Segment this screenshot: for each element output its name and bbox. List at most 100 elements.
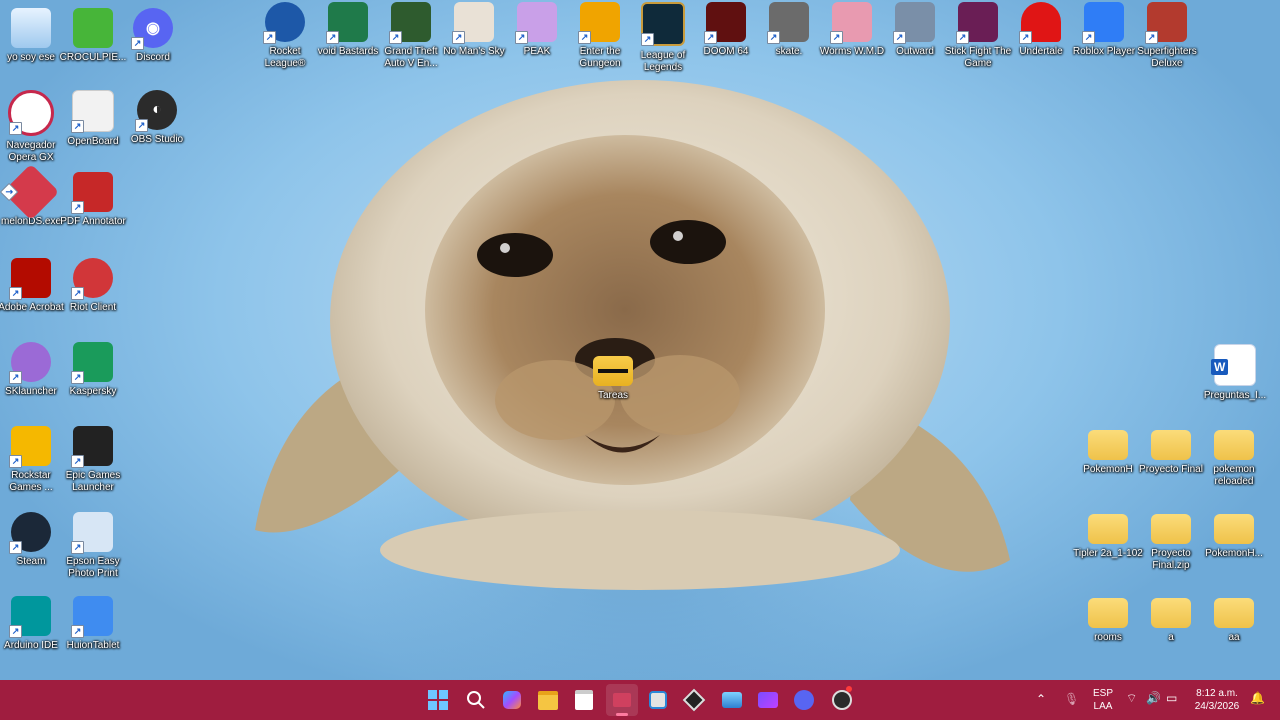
desktop-icon-label: PDF Annotator [60, 216, 126, 227]
league-of-legends-icon: ↗ [641, 2, 685, 46]
desktop-icon-outward[interactable]: ↗ Outward [880, 2, 950, 58]
desktop-icon-kaspersky[interactable]: ↗ Kaspersky [58, 342, 128, 398]
desktop-icon-opera-gx[interactable]: ↗ Navegador Opera GX [0, 90, 66, 164]
desktop-icon-doom-64[interactable]: ↗ DOOM 64 [691, 2, 761, 58]
desktop-icon-preguntas-word[interactable]: W Preguntas_I... [1200, 344, 1270, 402]
shortcut-arrow-icon: ↗ [9, 455, 22, 468]
shortcut-arrow-icon: ↗ [71, 541, 84, 554]
discord-icon: ◉ ↗ [131, 8, 173, 50]
discord-icon [794, 690, 814, 710]
shortcut-arrow-icon: ↗ [830, 31, 843, 44]
clock-date: 24/3/2026 [1194, 701, 1240, 712]
copilot-icon [503, 691, 521, 709]
language-indicator[interactable]: ESP LAA [1090, 687, 1116, 713]
desktop-icon-gta-v[interactable]: ↗ Grand Theft Auto V En... [376, 2, 446, 70]
desktop-icon-label: rooms [1094, 632, 1122, 643]
desktop-icon-aa[interactable]: aa [1199, 592, 1269, 644]
desktop-icon-enter-the-gungeon[interactable]: ↗ Enter the Gungeon [565, 2, 635, 70]
taskbar-photos[interactable] [716, 684, 748, 716]
start-button[interactable] [422, 684, 454, 716]
battery-icon[interactable]: ▭ [1166, 692, 1177, 705]
notifications-bell-icon[interactable]: 🔔 [1250, 692, 1265, 705]
void-bastards-icon: ↗ [326, 2, 368, 44]
folder-icon [593, 356, 633, 386]
desktop-icon-proyecto-final[interactable]: Proyecto Final [1136, 424, 1206, 476]
desktop-icon-label: aa [1228, 632, 1240, 643]
desktop-icon-pdf-annotator[interactable]: ↗ PDF Annotator [58, 172, 128, 228]
microphone-icon[interactable]: 🎙 [1064, 693, 1079, 706]
desktop-icon-label: Epic Games Launcher [65, 470, 121, 493]
desktop-icon-rocket-league[interactable]: ↗ Rocket League® [250, 2, 320, 70]
desktop-icon-rooms[interactable]: rooms [1073, 592, 1143, 644]
desktop-icon-league-of-legends[interactable]: ↗ League of Legends [628, 2, 698, 74]
taskbar-unity-hub[interactable] [678, 684, 710, 716]
desktop-icon-skate[interactable]: ↗ skate. [754, 2, 824, 58]
seal-wallpaper-image [255, 80, 1010, 590]
doom-64-icon: ↗ [704, 2, 746, 44]
taskbar-obs-studio[interactable] [826, 684, 858, 716]
desktop-icon-sklauncher[interactable]: ↗ SKlauncher [0, 342, 66, 398]
windows-logo-icon [428, 690, 448, 710]
wifi-icon[interactable]: ⌔ [1126, 692, 1137, 705]
desktop-icon-tipler-2a-1-102[interactable]: Tipler 2a_1-102 [1073, 508, 1143, 560]
obs-icon: ◐ ↗ [135, 90, 177, 132]
show-hidden-icons-chevron-icon[interactable]: ⌃ [1036, 693, 1046, 706]
desktop-icon-label: DOOM 64 [703, 46, 749, 57]
desktop-icon-a[interactable]: a [1136, 592, 1206, 644]
desktop-icon-rockstar[interactable]: ↗ Rockstar Games ... [0, 426, 66, 494]
taskbar-clipchamp[interactable] [752, 684, 784, 716]
desktop-icon-discord[interactable]: ◉ ↗ Discord [118, 8, 188, 64]
desktop-icon-pokemonh-[interactable]: PokemonH... [1199, 508, 1269, 560]
desktop-icon-peak[interactable]: ↗ PEAK [502, 2, 572, 58]
desktop-icon-label: Grand Theft Auto V En... [384, 46, 438, 69]
desktop-icon-label: skate. [775, 46, 803, 57]
desktop-icon-label: Tipler 2a_1-102 [1073, 548, 1143, 559]
desktop-icon-superfighters[interactable]: ↗ Superfighters Deluxe [1132, 2, 1202, 70]
arduino-icon: ↗ [9, 596, 51, 638]
desktop-icon-adobe-acrobat[interactable]: ↗ Adobe Acrobat [0, 258, 66, 314]
taskbar-snipping-tool[interactable] [642, 684, 674, 716]
desktop-icon-epson[interactable]: ↗ Epson Easy Photo Print [58, 512, 128, 580]
desktop-icon-riot-client[interactable]: ↗ Riot Client [58, 258, 128, 314]
desktop-icon-openboard[interactable]: ↗ OpenBoard [58, 90, 128, 148]
desktop-icon-melonds[interactable]: ↗ melonDS.exe [0, 163, 66, 228]
shortcut-arrow-icon: ↗ [71, 625, 84, 638]
clock[interactable]: 8:12 a.m. 24/3/2026 [1190, 687, 1244, 713]
desktop-icon-recycle-bin[interactable]: yo soy ese [0, 8, 66, 64]
desktop-icon-obs-studio[interactable]: ◐ ↗ OBS Studio [122, 90, 192, 146]
desktop-icon-stick-fight[interactable]: ↗ Stick Fight The Game [943, 2, 1013, 70]
sklauncher-icon: ↗ [9, 342, 51, 384]
opera-gx-icon: ↗ [8, 90, 54, 136]
desktop-icon-epic-games[interactable]: ↗ Epic Games Launcher [58, 426, 128, 494]
stick-fight-icon: ↗ [956, 2, 998, 44]
openboard-icon: ↗ [71, 90, 114, 133]
desktop-icon-huion[interactable]: ↗ HuionTablet [58, 596, 128, 652]
taskbar-active-app[interactable] [606, 684, 638, 716]
adobe-acrobat-icon: ↗ [9, 258, 51, 300]
search-button[interactable] [460, 684, 492, 716]
volume-icon[interactable]: 🔊 [1146, 692, 1161, 705]
desktop-icon-roblox[interactable]: ↗ Roblox Player [1069, 2, 1139, 58]
taskbar-discord[interactable] [788, 684, 820, 716]
desktop-icon-tareas[interactable]: Tareas [578, 350, 648, 402]
taskbar-copilot[interactable] [496, 684, 528, 716]
file-explorer-icon [538, 690, 558, 710]
desktop-icon-undertale[interactable]: ↗ Undertale [1006, 2, 1076, 58]
desktop-icon-label: Stick Fight The Game [944, 46, 1012, 69]
shortcut-arrow-icon: ↗ [9, 541, 22, 554]
desktop-icon-no-mans-sky[interactable]: ↗ No Man's Sky [439, 2, 509, 58]
desktop-icon-worms[interactable]: ↗ Worms W.M.D [817, 2, 887, 58]
steam-icon: ↗ [9, 512, 51, 554]
desktop-icon-pokemonh[interactable]: PokemonH [1073, 424, 1143, 476]
desktop-icon-label: Kaspersky [69, 386, 117, 397]
taskbar-file-explorer[interactable] [532, 684, 564, 716]
desktop-icon-pokemon-reloaded[interactable]: pokemon reloaded [1199, 424, 1269, 488]
desktop-icon-label: Arduino IDE [4, 640, 58, 651]
taskbar-microsoft-store[interactable] [568, 684, 600, 716]
desktop-icon-void-bastards[interactable]: ↗ void Bastards [313, 2, 383, 58]
desktop-icon-arduino[interactable]: ↗ Arduino IDE [0, 596, 66, 652]
desktop-icon-steam[interactable]: ↗ Steam [0, 512, 66, 568]
desktop-icon-proyecto-final-zip[interactable]: Proyecto Final.zip [1136, 508, 1206, 572]
shortcut-arrow-icon: ↗ [578, 31, 591, 44]
shortcut-arrow-icon: ↗ [0, 182, 19, 202]
